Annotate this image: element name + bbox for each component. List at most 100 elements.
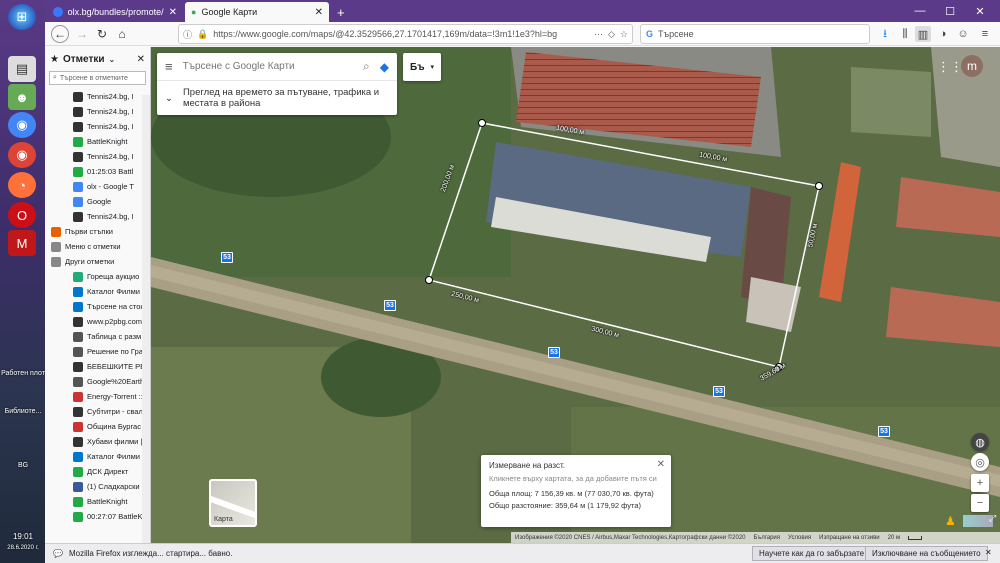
close-window-button[interactable]: ✕ <box>965 0 995 22</box>
bookmark-item[interactable]: Решение по Гра <box>45 344 150 359</box>
url-text[interactable]: https://www.google.com/maps/@42.3529566,… <box>213 29 589 39</box>
more-actions-icon[interactable]: ··· <box>594 29 603 39</box>
folder-icon[interactable]: ☻ <box>8 84 36 110</box>
bookmark-item[interactable]: Търсене на сток <box>45 299 150 314</box>
bookmark-item[interactable]: Първи стъпки <box>45 224 150 239</box>
home-button[interactable]: ⌂ <box>113 25 131 43</box>
avatar[interactable]: m <box>961 55 983 77</box>
map-view[interactable]: ≡ Търсене с Google Карти ⌕ ◆ ⌄ Преглед н… <box>151 47 1000 543</box>
bookmark-item[interactable]: Tennis24.bg, I <box>45 149 150 164</box>
account-icon[interactable]: ☺ <box>955 26 971 42</box>
bookmark-item[interactable]: Energy-Torrent :: <box>45 389 150 404</box>
directions-icon[interactable]: ◆ <box>380 60 389 74</box>
close-icon[interactable]: ✕ <box>985 548 992 557</box>
traffic-info-text[interactable]: Преглед на времето за пътуване, трафика … <box>183 87 379 109</box>
bookmark-item[interactable]: 00:27:07 BattleKn <box>45 509 150 524</box>
pegman-icon[interactable]: ♟ <box>945 514 956 528</box>
start-orb-icon[interactable]: ⊞ <box>8 4 36 30</box>
close-icon[interactable]: ✕ <box>315 7 323 18</box>
chrome-icon[interactable]: ◉ <box>8 112 36 138</box>
bookmark-item[interactable]: olx - Google T <box>45 179 150 194</box>
forward-button[interactable]: → <box>73 25 91 43</box>
disable-message-button[interactable]: Изключване на съобщението <box>865 546 988 561</box>
sidebar-title[interactable]: Отметки <box>63 54 105 65</box>
globe-icon[interactable]: ◍ <box>971 433 989 451</box>
clock-date[interactable]: 28.6.2020 г. <box>1 544 45 552</box>
minimize-button[interactable]: — <box>905 0 935 22</box>
expand-icon[interactable]: ⤢ <box>989 513 996 524</box>
info-icon[interactable]: ⓘ <box>183 28 192 41</box>
download-icon[interactable]: ⭳ <box>877 26 893 42</box>
bookmark-item[interactable]: Google%20Earth. <box>45 374 150 389</box>
caret-down-icon: ▾ <box>430 64 434 71</box>
bookmark-item[interactable]: БЕБЕШКИТЕ РЕЦ <box>45 359 150 374</box>
zoom-in-button[interactable]: + <box>971 474 989 492</box>
firefox-icon[interactable]: ◔ <box>8 172 36 198</box>
chevron-down-icon[interactable]: ⌄ <box>109 55 116 64</box>
reload-button[interactable]: ↻ <box>93 25 111 43</box>
file-icon[interactable]: ▤ <box>8 56 36 82</box>
layers-label: Бъ <box>410 61 425 73</box>
library-icon[interactable]: ⫼ <box>897 26 913 42</box>
scale-label[interactable]: 20 м <box>888 535 900 541</box>
search-input[interactable]: Търсене <box>658 29 694 39</box>
feedback-link[interactable]: Изпращане на отзиви <box>819 535 880 541</box>
maximize-button[interactable]: ☐ <box>935 0 965 22</box>
bookmark-item[interactable]: Други отметки <box>45 254 150 269</box>
tab-olx[interactable]: olx.bg/bundles/promote/?id= ✕ <box>47 2 183 22</box>
pocket-icon[interactable]: ◇ <box>608 29 615 40</box>
bookmark-item[interactable]: ДСК Директ <box>45 464 150 479</box>
bookmark-item[interactable]: (1) Сладкарски б <box>45 479 150 494</box>
my-location-icon[interactable]: ◎ <box>971 453 989 471</box>
zoom-out-button[interactable]: − <box>971 494 989 512</box>
bookmark-star-icon[interactable]: ☆ <box>620 29 628 40</box>
account-icon[interactable]: ◑ <box>935 26 951 42</box>
new-tab-button[interactable]: + <box>331 2 351 22</box>
close-icon[interactable]: ✕ <box>657 459 665 470</box>
bookmark-item[interactable]: Меню с отметки <box>45 239 150 254</box>
bookmark-item[interactable]: Tennis24.bg, I <box>45 119 150 134</box>
url-bar[interactable]: ⓘ 🔒 https://www.google.com/maps/@42.3529… <box>178 24 633 44</box>
close-icon[interactable]: ✕ <box>137 54 145 65</box>
bookmark-item[interactable]: Tennis24.bg, I <box>45 104 150 119</box>
language-layers-button[interactable]: Бъ ▾ <box>403 53 441 81</box>
country-link[interactable]: България <box>754 535 781 541</box>
bookmark-item[interactable]: BattleKnight <box>45 494 150 509</box>
bookmark-item[interactable]: Каталог Филми <box>45 284 150 299</box>
bookmark-item[interactable]: Гореща аукцио <box>45 269 150 284</box>
bookmark-item[interactable]: Таблица с разм <box>45 329 150 344</box>
scrollbar[interactable] <box>142 95 150 543</box>
search-icon[interactable]: ⌕ <box>363 59 370 74</box>
back-button[interactable]: ← <box>51 25 69 43</box>
mcafee-icon[interactable]: M <box>8 230 36 256</box>
bookmark-item[interactable]: Google <box>45 194 150 209</box>
library-label[interactable]: Библиоте... <box>1 408 45 416</box>
close-icon[interactable]: ✕ <box>169 7 177 18</box>
bookmark-item[interactable]: Каталог Филми <box>45 449 150 464</box>
desktop-label[interactable]: Работен плот <box>1 370 45 378</box>
terms-link[interactable]: Условия <box>788 535 811 541</box>
bookmark-item[interactable]: Община Бургас <box>45 419 150 434</box>
bookmark-item[interactable]: Хубави филми | <box>45 434 150 449</box>
bookmark-search-input[interactable]: ⌕ Търсене в отметките <box>49 71 146 85</box>
bookmark-item[interactable]: Субтитри - свал <box>45 404 150 419</box>
search-bar[interactable]: G Търсене <box>640 24 870 44</box>
bookmark-item[interactable]: www.p2pbg.com <box>45 314 150 329</box>
bookmark-item[interactable]: 01:25:03 Battl <box>45 164 150 179</box>
chrome-icon[interactable]: ◉ <box>8 142 36 168</box>
map-type-toggle[interactable]: Карта <box>209 479 257 527</box>
sidebar-icon[interactable]: ▥ <box>915 26 931 42</box>
bookmark-favicon-icon <box>73 211 83 222</box>
bookmark-item[interactable]: Tennis24.bg, I <box>45 89 150 104</box>
bookmark-item[interactable]: Tennis24.bg, I <box>45 209 150 224</box>
tab-google-maps[interactable]: ● Google Карти ✕ <box>185 2 329 22</box>
menu-icon[interactable]: ≡ <box>977 26 993 42</box>
chevron-down-icon[interactable]: ⌄ <box>165 93 173 104</box>
clock-time[interactable]: 19:01 <box>1 533 45 541</box>
language-indicator[interactable]: BG <box>1 462 45 470</box>
hamburger-menu-icon[interactable]: ≡ <box>165 59 173 74</box>
bookmark-item[interactable]: BattleKnight <box>45 134 150 149</box>
maps-search-input[interactable]: Търсене с Google Карти <box>183 61 353 72</box>
learn-faster-button[interactable]: Научете как да го забързате <box>752 546 872 561</box>
opera-icon[interactable]: O <box>8 202 36 228</box>
